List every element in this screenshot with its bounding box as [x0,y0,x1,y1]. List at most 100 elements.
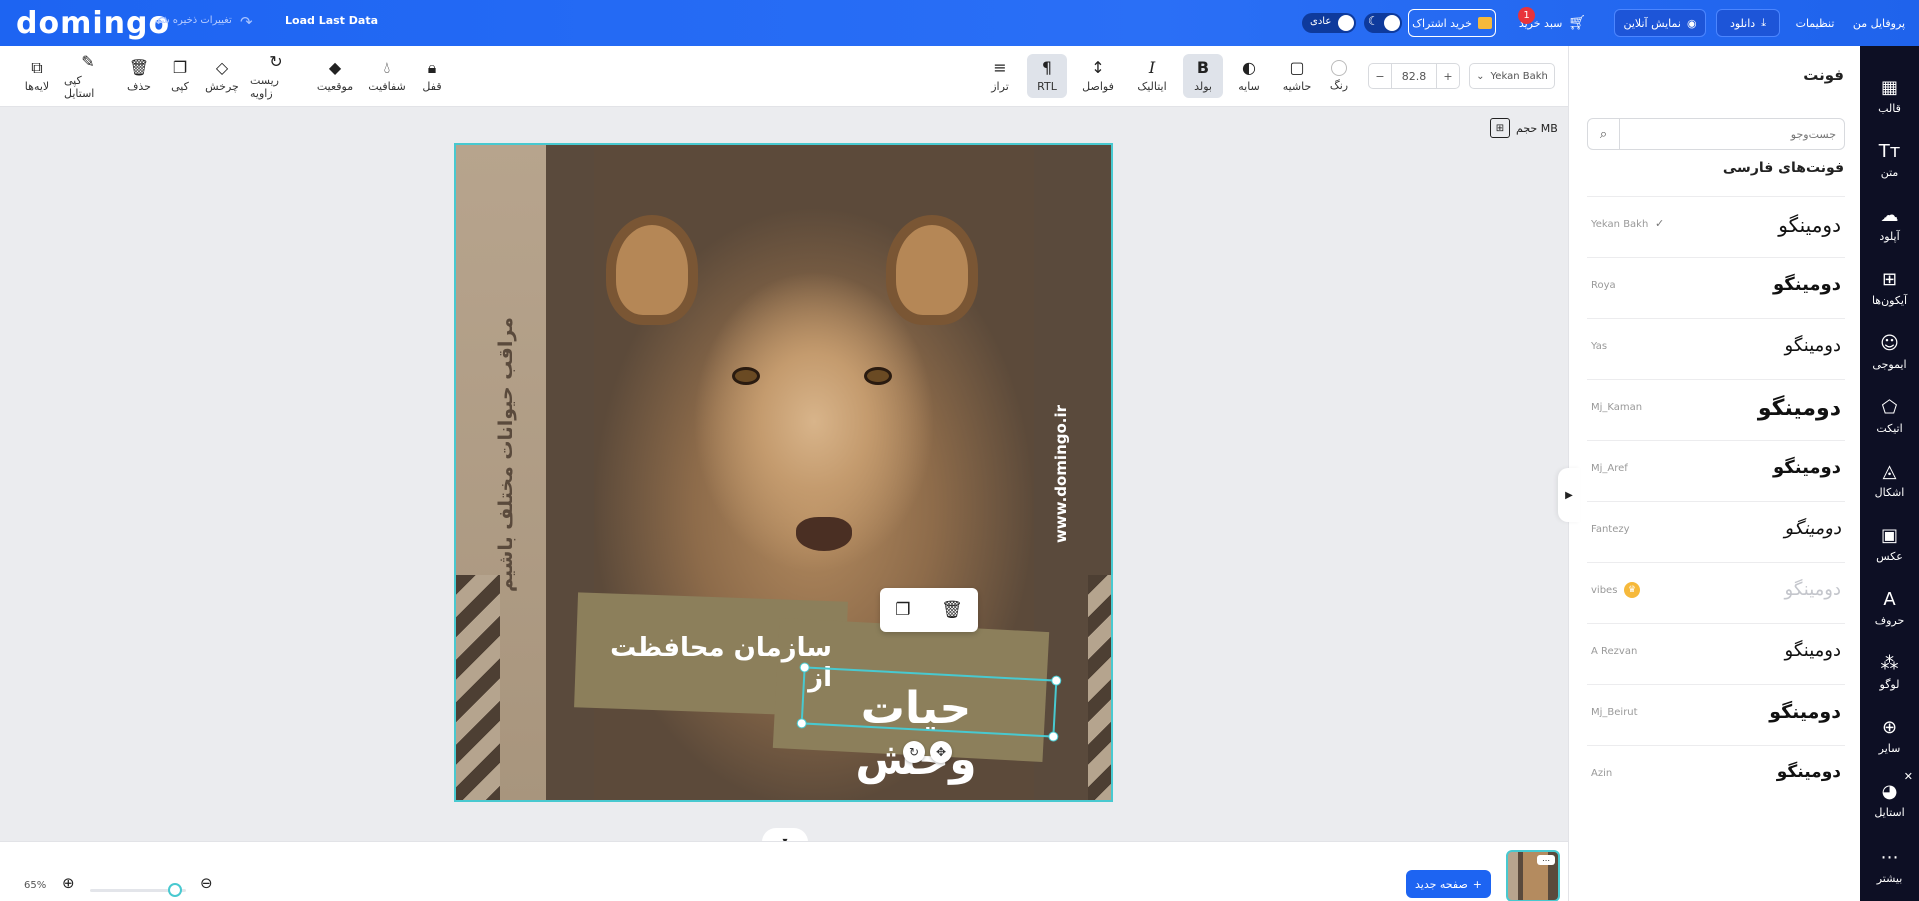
search-icon[interactable]: ⌕ [1588,119,1620,149]
font-name: Fantezy [1591,524,1630,535]
position-button[interactable]: ◆ موقعیت [311,54,359,98]
nav-letters[interactable]: A حروف [1860,578,1919,638]
letters-icon: A [1883,589,1896,610]
nav-photo[interactable]: ▣ عکس [1860,514,1919,574]
trash-icon[interactable]: 🗑︎ [941,600,963,620]
font-name: Yas [1591,341,1608,352]
font-item[interactable]: Mj_Aref دومینگو [1587,440,1845,500]
move-handle-icon[interactable]: ✥ [930,741,952,763]
cart-button[interactable]: 1 سبد خرید 🛒︎ [1510,7,1595,37]
left-vertical-text[interactable]: مراقب حیوانات مختلف باشیم [495,317,517,592]
font-search-box[interactable]: ⌕ [1587,118,1845,150]
nav-logo[interactable]: ⁂ لوگو [1860,642,1919,702]
layers-button[interactable]: ⧉ لایه‌ها [14,54,60,98]
nav-text[interactable]: Tт متن [1860,130,1919,190]
font-name: A Rezvan [1591,646,1638,657]
reset-angle-icon: ↻ [269,51,283,71]
rotate-button[interactable]: ◇ چرخش [200,54,244,98]
font-sample: دومینگو [1784,640,1841,661]
nav-label: عکس [1876,550,1903,563]
zoom-out-icon[interactable]: ⊖ [200,874,213,892]
decrease-size-button[interactable]: − [1369,70,1391,83]
font-item[interactable]: Mj_Beirut دومینگو [1587,684,1845,744]
align-icon: ≡ [993,58,1007,77]
zoom-in-icon[interactable]: ⊕ [62,874,75,892]
calculator-icon[interactable]: ⊞ [1490,118,1510,138]
lioness-right-eye [864,367,892,385]
italic-button[interactable]: I ایتالیک [1128,54,1176,98]
subscribe-button[interactable]: خرید اشتراک [1408,9,1496,37]
font-item[interactable]: Azin دومینگو [1587,745,1845,805]
redo-icon[interactable]: ↷ [240,13,253,31]
nav-template[interactable]: ▦ قالب [1860,66,1919,126]
cart-icon: 🛒︎ [1568,15,1587,31]
font-item[interactable]: vibes ♛ دومینگو [1587,562,1845,622]
download-button[interactable]: دانلود ⤓ [1716,9,1780,37]
upload-icon: ☁ [1880,205,1899,226]
lioness-left-ear [606,215,698,325]
duplicate-icon[interactable]: ❐ [895,600,910,620]
mode-toggle-knob [1338,15,1354,31]
font-item[interactable]: Fantezy دومینگو [1587,501,1845,561]
nav-label: قالب [1878,102,1901,115]
reset-angle-button[interactable]: ↻ ریست زاویه [250,51,302,100]
panel-collapse-button[interactable]: ▶ [1558,468,1580,522]
nav-shapes[interactable]: ◬ اشکال [1860,450,1919,510]
bold-button[interactable]: B بولد [1183,54,1223,98]
mode-toggle[interactable]: عادی [1302,13,1356,33]
rtl-button[interactable]: ¶ RTL [1027,54,1067,98]
other-icon: ⊕ [1881,717,1898,738]
load-last-data-button[interactable]: Load Last Data [285,14,378,27]
nav-upload[interactable]: ☁ آپلود [1860,194,1919,254]
page-thumbnail[interactable]: ⋯ [1506,850,1560,901]
font-size-value[interactable]: 82.8 [1391,64,1437,88]
top-bar: domingo ↶ ↷ تغییرات ذخیره شد تغییرات ذخی… [0,0,1919,46]
align-button[interactable]: ≡ تراز [977,54,1023,98]
font-family-select[interactable]: ⌄ Yekan Bakh [1469,63,1555,89]
settings-button[interactable]: تنظیمات [1794,9,1836,37]
increase-size-button[interactable]: + [1437,70,1459,83]
delete-button[interactable]: 🗑︎ حذف [118,54,160,98]
font-item[interactable]: A Rezvan دومینگو [1587,623,1845,683]
font-name: vibes [1591,585,1618,596]
color-button[interactable]: رنگ [1318,54,1360,98]
nav-more[interactable]: ⋯ بیشتر [1860,836,1919,896]
lock-button[interactable]: 🔒︎ قفل [410,54,454,98]
nav-icons[interactable]: ⊞ آیکون‌ها [1860,258,1919,318]
font-item[interactable]: Yas دومینگو [1587,318,1845,378]
preview-online-button[interactable]: نمایش آنلاین ◉ [1614,9,1706,37]
plus-icon: + [1472,877,1483,891]
font-sample: دومینگو [1769,701,1841,723]
layers-icon: ⧉ [31,58,43,77]
copy-label: کپی [171,80,189,93]
profile-button[interactable]: پروفایل من [1853,9,1905,37]
shadow-button[interactable]: ◐ سایه [1226,54,1272,98]
font-item[interactable]: Yekan Bakh ✓ دومینگو [1587,196,1845,256]
spacing-button[interactable]: ↕ فواصل [1074,54,1122,98]
resize-handle[interactable] [799,662,810,673]
font-item[interactable]: Roya دومینگو [1587,257,1845,317]
dark-mode-toggle[interactable]: ☾ [1364,13,1402,33]
copy-style-button[interactable]: ✎ کپی استایل [64,52,112,100]
opacity-button[interactable]: 💧︎ شفافیت [364,54,410,98]
more-options-icon[interactable]: ⋯ [1537,855,1555,865]
nav-other[interactable]: ⊕ سایر [1860,706,1919,766]
font-size-stepper[interactable]: − 82.8 + [1368,63,1460,89]
opacity-label: شفافیت [368,80,406,93]
website-text[interactable]: www.domingo.ir [1052,384,1070,564]
font-sample: دومینگو [1784,518,1841,539]
rotate-handle-icon[interactable]: ↻ [903,741,925,763]
close-icon[interactable]: ✕ [1904,770,1913,783]
border-button[interactable]: ▢ حاشیه [1274,54,1320,98]
font-search-input[interactable] [1622,119,1844,149]
new-page-button[interactable]: صفحه جدید + [1406,870,1491,898]
font-item[interactable]: Mj_Kaman دومینگو [1587,379,1845,439]
check-icon: ✓ [1655,217,1665,230]
zoom-slider-thumb[interactable] [168,883,182,897]
copy-button[interactable]: ❐ کپی [160,54,200,98]
font-sample: دومینگو [1784,579,1841,600]
lock-icon: 🔒︎ [427,58,437,77]
shapes-icon: ◬ [1882,461,1897,482]
nav-emoji[interactable]: ☺ ایموجی [1860,322,1919,382]
nav-sticker[interactable]: ⬠ اتیکت [1860,386,1919,446]
